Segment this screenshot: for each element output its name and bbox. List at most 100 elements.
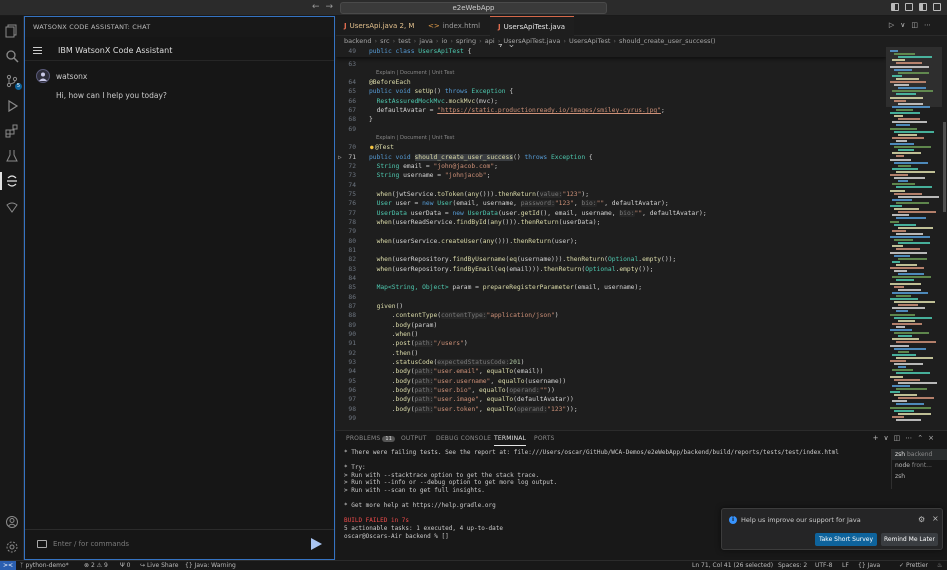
source-control-icon[interactable]: 5	[5, 74, 22, 90]
hamburger-menu-icon[interactable]	[33, 47, 42, 54]
indentation-status[interactable]: Spaces: 2	[778, 561, 807, 570]
minimap-line	[894, 316, 932, 319]
terminal-item[interactable]: zsh backend	[892, 449, 947, 460]
minimap-line	[890, 329, 912, 331]
terminal-line: * There were failing tests. See the repo…	[344, 449, 839, 456]
minimap-line	[898, 133, 917, 136]
tab-index-html[interactable]: <> index.html	[420, 16, 490, 36]
terminal-item[interactable]: zsh	[892, 471, 947, 482]
minimap-line	[892, 369, 913, 372]
lightbulb-icon[interactable]: ●	[370, 143, 374, 152]
breadcrumb-item[interactable]: test	[398, 37, 410, 45]
breadcrumb-item[interactable]: UsersApiTest	[569, 37, 610, 45]
minimap-line	[896, 155, 904, 158]
gear-icon[interactable]: ⚙	[918, 515, 925, 524]
encoding-status[interactable]: UTF-8	[815, 561, 833, 570]
eol-status[interactable]: LF	[842, 561, 849, 570]
remote-indicator-icon[interactable]: ><	[0, 561, 16, 570]
minimap-line	[898, 102, 923, 105]
scrollbar-thumb[interactable]	[943, 122, 946, 212]
testing-icon[interactable]	[5, 149, 19, 163]
minimap-line	[892, 291, 928, 294]
extensions-icon[interactable]	[5, 124, 19, 138]
minimap-line	[890, 391, 900, 393]
minimap[interactable]	[886, 47, 942, 430]
terminal-item[interactable]: node front...	[892, 460, 947, 471]
minimap-line	[898, 56, 932, 59]
code-token: equalTo	[486, 396, 514, 403]
explorer-icon[interactable]	[5, 24, 19, 38]
language-status[interactable]: {} Java	[858, 561, 880, 570]
editor-scrollbar[interactable]	[942, 47, 947, 430]
code-token: param	[452, 284, 472, 291]
tab-problems[interactable]: PROBLEMS 11	[346, 435, 396, 442]
account-icon[interactable]	[5, 515, 19, 529]
tab-terminal[interactable]: TERMINAL	[494, 435, 527, 446]
minimap-line	[894, 161, 928, 164]
tab-usersapitest[interactable]: JUsersApiTest.java 7×	[490, 16, 574, 51]
search-icon[interactable]	[5, 49, 19, 63]
java-status[interactable]: {} Java: Warning	[185, 561, 236, 570]
branch-status[interactable]: ᛉ python-demo*	[20, 561, 69, 570]
close-icon[interactable]: ×	[932, 514, 939, 523]
send-icon[interactable]	[311, 538, 322, 550]
code-token: User	[437, 200, 453, 207]
chat-context-icon[interactable]	[37, 540, 47, 548]
code-token: findById	[456, 219, 487, 226]
nav-arrows[interactable]: ←→	[312, 2, 339, 12]
run-debug-icon[interactable]	[5, 99, 19, 113]
breadcrumb-item[interactable]: UsersApiTest.java	[503, 37, 560, 45]
minimap-line	[892, 322, 922, 325]
breadcrumb-item[interactable]: should_create_user_success()	[619, 37, 716, 45]
toggle-secondary-sidebar-icon[interactable]	[919, 3, 927, 11]
line-number: 76	[348, 200, 356, 207]
remind-later-button[interactable]: Remind Me Later	[881, 533, 938, 546]
line-number: 95	[348, 378, 356, 385]
chat-input[interactable]	[53, 537, 293, 551]
breadcrumb-item[interactable]: api	[485, 37, 495, 45]
notification-message: Help us improve our support for Java	[741, 516, 861, 524]
minimap-line	[894, 99, 906, 102]
minimap-line	[896, 170, 935, 173]
code-token: statusCode	[395, 359, 434, 366]
notifications-bell-icon[interactable]: ♨	[937, 561, 942, 570]
cursor-position[interactable]: Ln 71, Col 41 (26 selected)	[692, 561, 773, 570]
take-survey-button[interactable]: Take Short Survey	[815, 533, 877, 546]
toggle-panel-icon[interactable]	[905, 3, 913, 11]
editor-actions[interactable]: ▷∨◫⋯	[889, 21, 937, 29]
layout-controls	[891, 3, 941, 11]
line-number: 74	[348, 182, 356, 189]
tab-debug-console[interactable]: DEBUG CONSOLE	[436, 435, 491, 442]
breadcrumb-item[interactable]: backend	[344, 37, 371, 45]
problems-status[interactable]: ⊗ 2 ⚠ 9	[84, 561, 108, 570]
codelens[interactable]: Explain | Document | Unit Test	[376, 134, 454, 143]
code-token: username	[528, 378, 559, 385]
prettier-status[interactable]: ✓ Prettier	[899, 561, 928, 570]
breadcrumb-item[interactable]: src	[380, 37, 390, 45]
tab-ports[interactable]: PORTS	[534, 435, 555, 442]
tab-usersapi[interactable]: J UsersApi.java 2, M	[336, 16, 420, 36]
remote-explorer-icon[interactable]	[5, 200, 19, 214]
minimap-line	[894, 208, 919, 211]
minimap-line	[896, 62, 922, 65]
breadcrumb-item[interactable]: spring	[456, 37, 476, 45]
command-center-search[interactable]: e2eWebApp	[340, 2, 607, 14]
panel-actions[interactable]: +∨◫⋯⌃×	[873, 434, 939, 442]
breadcrumb-item[interactable]: io	[442, 37, 448, 45]
ports-status[interactable]: Ψ 0	[120, 561, 130, 570]
inlay-hint: bio:	[619, 210, 635, 217]
code-editor[interactable]: 63 Explain | Document | Unit Test 64 @Bef…	[336, 47, 886, 430]
codelens[interactable]: Explain | Document | Unit Test	[376, 69, 454, 78]
breadcrumb-item[interactable]: java	[419, 37, 433, 45]
customize-layout-icon[interactable]	[933, 3, 941, 11]
watsonx-icon[interactable]	[0, 172, 19, 190]
code-token: toToken	[437, 191, 464, 198]
code-link[interactable]: "https://static.productionready.io/image…	[437, 107, 661, 114]
toggle-sidebar-icon[interactable]	[891, 3, 899, 11]
live-share-status[interactable]: ↪ Live Share	[140, 561, 178, 570]
sticky-scroll-header[interactable]: 49 public class UsersApiTest {	[336, 47, 886, 57]
code-token: void	[395, 88, 411, 95]
tab-output[interactable]: OUTPUT	[401, 435, 427, 442]
code-token: "user.username"	[433, 378, 491, 385]
settings-gear-icon[interactable]	[5, 540, 19, 554]
